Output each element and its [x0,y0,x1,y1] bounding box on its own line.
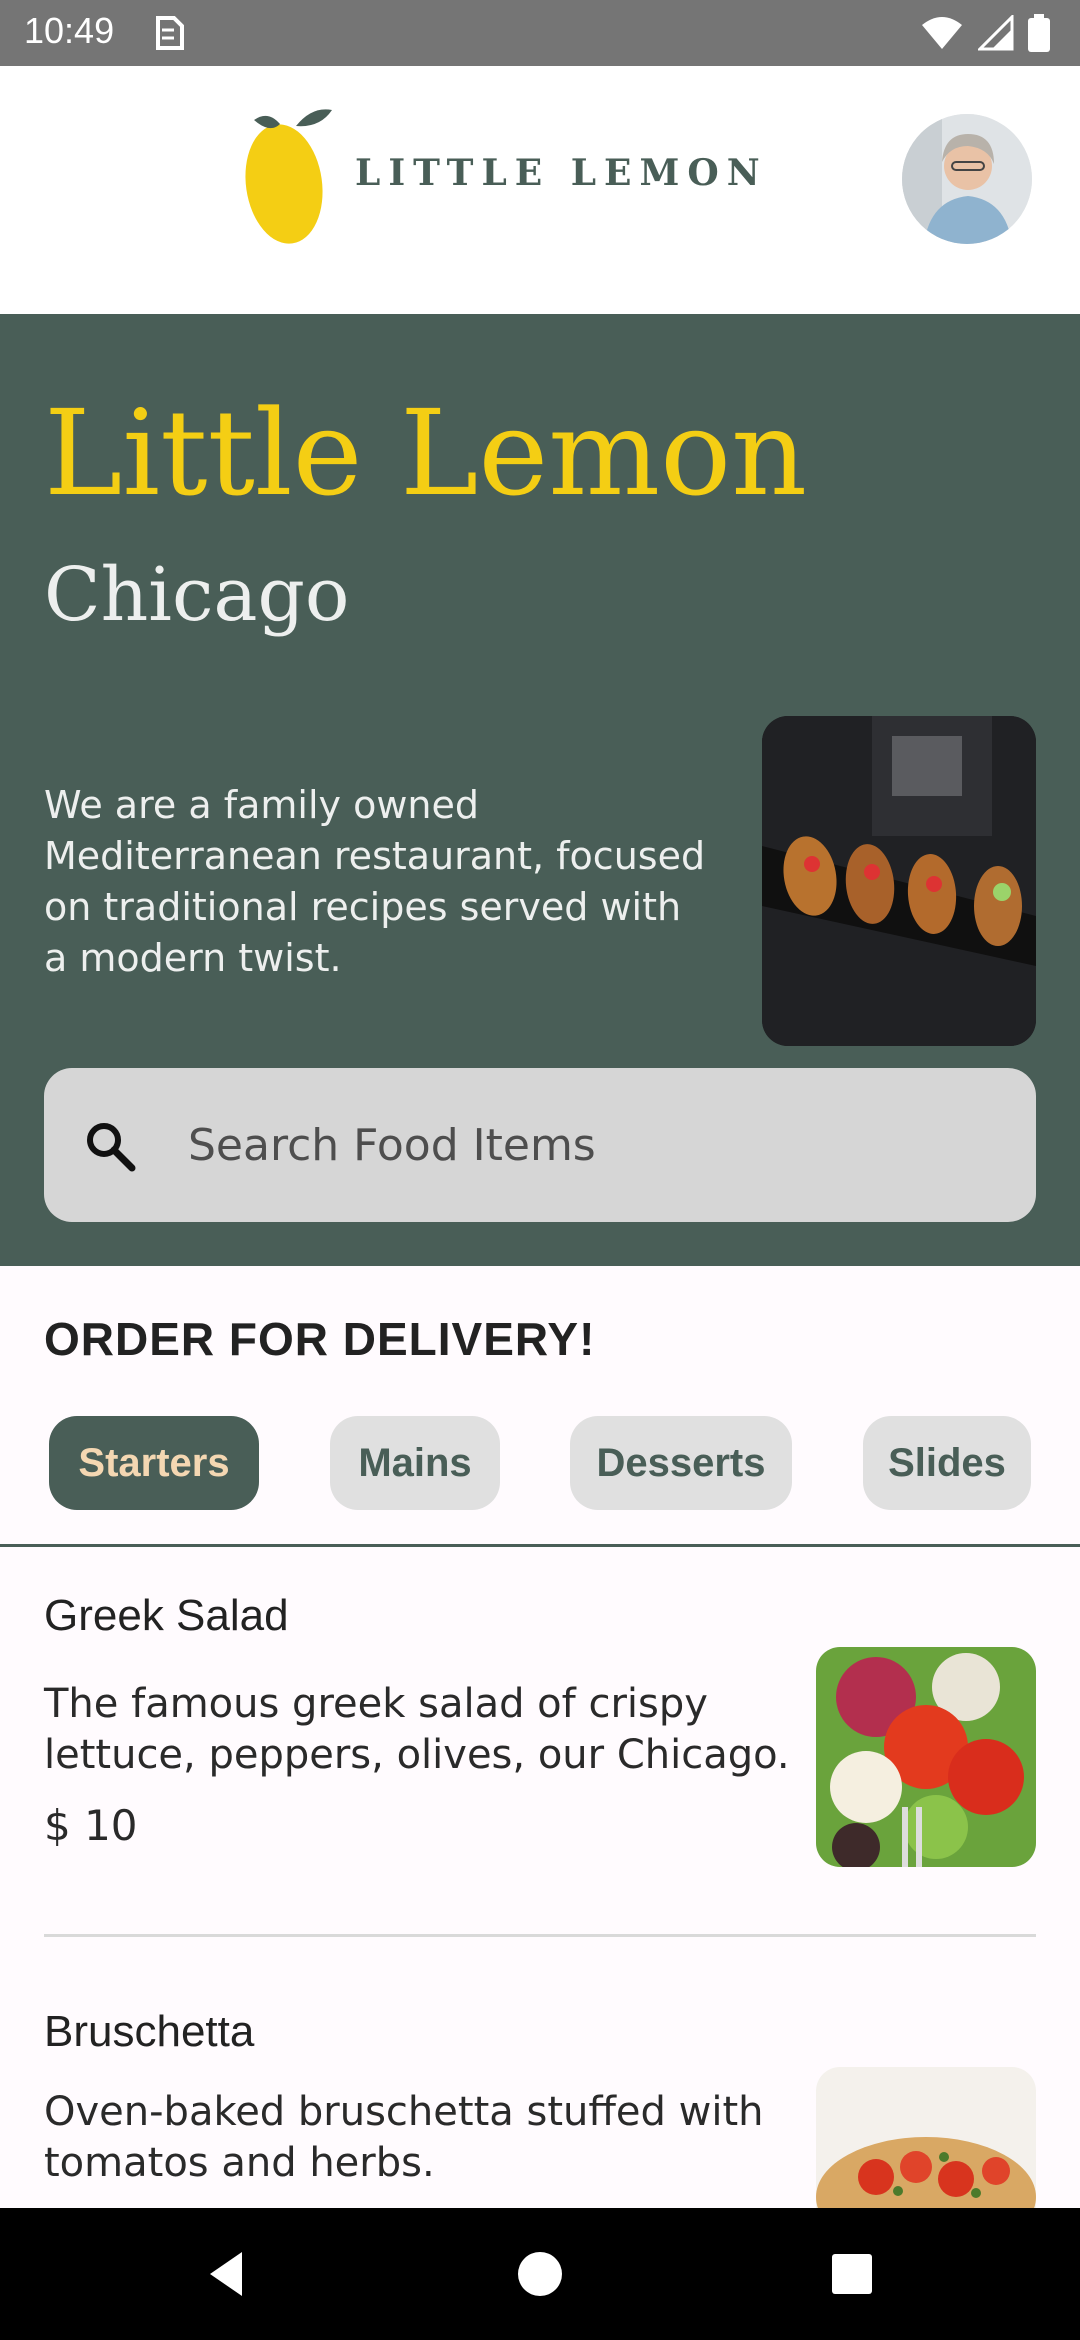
wifi-icon [920,15,964,55]
category-chip-mains[interactable]: Mains [330,1416,500,1510]
home-icon[interactable] [512,2246,568,2302]
category-chip-desserts[interactable]: Desserts [570,1416,792,1510]
hero-description: We are a family owned Mediterranean rest… [44,783,706,980]
recents-icon[interactable] [824,2246,880,2302]
menu-item-bruschetta[interactable]: Bruschetta Oven-baked bruschetta stuffed… [0,1937,1080,2208]
order-section-title: ORDER FOR DELIVERY! [44,1313,596,1365]
logo-text: LITTLE LEMON [355,152,768,194]
menu-item-description: Oven-baked bruschetta stuffed with tomat… [44,2089,764,2186]
menu-item-name: Greek Salad [44,1591,289,1640]
menu-item-image [816,2067,1036,2208]
menu-item-price: $ 10 [44,1801,138,1850]
category-chip-slides[interactable]: Slides [863,1416,1031,1510]
status-time: 10:49 [24,10,115,51]
hero-city: Chicago [44,552,350,638]
hero-section: Little Lemon Chicago We are a family own… [0,314,1080,1266]
lemon-icon [245,109,332,244]
menu-item-description: The famous greek salad of crispy lettuce… [44,1681,790,1778]
status-bar: 10:49 [0,0,1080,66]
menu-item-image [816,1647,1036,1867]
back-icon[interactable] [198,2246,254,2302]
app-header: LITTLE LEMON [0,66,1080,314]
search-input[interactable] [188,1068,1008,1222]
system-navigation-bar [0,2208,1080,2340]
hero-title: Little Lemon [44,384,808,522]
search-bar[interactable] [44,1068,1036,1222]
menu-item-name: Bruschetta [44,2007,255,2056]
battery-icon [1028,14,1050,56]
search-icon [82,1118,138,1174]
little-lemon-logo: LITTLE LEMON [240,106,760,246]
profile-avatar[interactable] [902,114,1032,244]
menu-item-greek-salad[interactable]: Greek Salad The famous greek salad of cr… [0,1547,1080,1937]
sim-card-icon [150,14,186,52]
signal-icon [976,13,1014,55]
category-chip-starters[interactable]: Starters [49,1416,259,1510]
hero-image [762,716,1036,1046]
